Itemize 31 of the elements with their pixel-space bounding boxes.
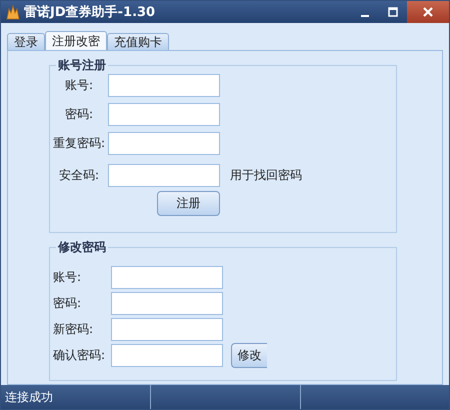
field-label: 安全码: <box>58 167 100 184</box>
field-label: 确认密码: <box>52 347 106 364</box>
app-icon <box>5 4 21 20</box>
field-label: 新密码: <box>52 321 94 338</box>
tab[interactable]: 充值购卡 <box>107 33 169 50</box>
field-label: 密码: <box>64 106 94 123</box>
register-button[interactable]: 注册 <box>157 191 220 216</box>
input-field[interactable] <box>108 103 220 126</box>
input-field[interactable] <box>111 266 223 289</box>
field-label: 密码: <box>52 295 82 312</box>
tab[interactable]: 登录 <box>7 33 45 50</box>
close-button[interactable] <box>407 1 449 23</box>
maximize-icon <box>387 6 399 18</box>
input-field[interactable] <box>108 132 220 155</box>
window-title: 雷诺JD查券助手-1.30 <box>24 4 156 21</box>
field-label: 账号: <box>64 77 94 94</box>
change-button[interactable]: 修改 <box>231 343 267 368</box>
minimize-icon <box>361 15 369 17</box>
input-field[interactable] <box>111 292 223 315</box>
status-text: 连接成功 <box>5 388 53 406</box>
input-field[interactable] <box>111 318 223 341</box>
field-label: 重复密码: <box>52 135 106 152</box>
input-field[interactable] <box>108 164 220 187</box>
close-icon <box>422 6 434 18</box>
tab[interactable]: 注册改密 <box>45 31 107 50</box>
field-label: 账号: <box>52 269 82 286</box>
input-field[interactable] <box>108 74 220 97</box>
group-title: 账号注册 <box>56 57 108 74</box>
group-title: 修改密码 <box>56 239 108 256</box>
hint-text: 用于找回密码 <box>230 167 302 184</box>
input-field[interactable] <box>111 344 223 367</box>
